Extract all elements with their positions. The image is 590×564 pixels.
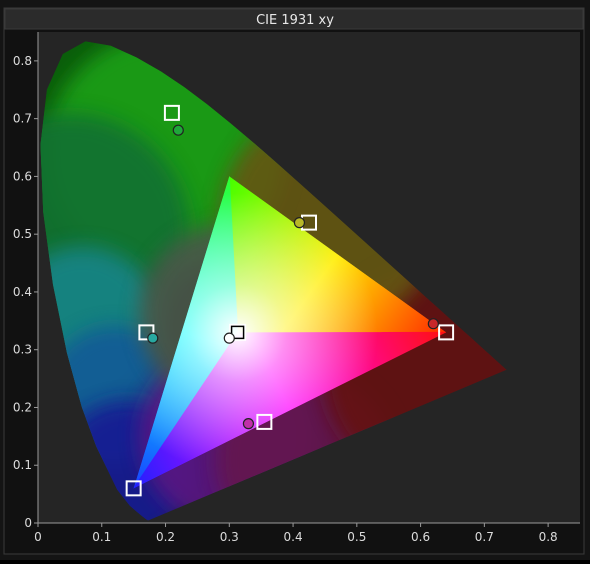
measured-marker-yellow <box>293 217 306 229</box>
y-tick-label: 0.7 <box>13 112 32 126</box>
y-tick-label: 0.3 <box>13 343 32 357</box>
y-tick-label: 0.6 <box>13 169 32 183</box>
measured-marker-red <box>427 318 439 330</box>
x-tick-label: 0.5 <box>347 530 366 544</box>
measured-marker-green <box>172 124 184 136</box>
y-tick-label: 0.5 <box>13 227 32 241</box>
y-tick-label: 0.8 <box>13 54 32 68</box>
y-tick-label: 0.2 <box>13 400 32 414</box>
y-tick-label: 0 <box>24 516 32 530</box>
y-tick-label: 0.1 <box>13 458 32 472</box>
x-tick-label: 0.3 <box>220 530 239 544</box>
chart-title: CIE 1931 xy <box>256 13 334 28</box>
x-tick-label: 0.8 <box>539 530 558 544</box>
x-tick-label: 0.6 <box>411 530 430 544</box>
x-tick-label: 0.2 <box>156 530 175 544</box>
x-tick-label: 0.7 <box>475 530 494 544</box>
cie-chart: CIE 1931 xy 0 0.1 0.2 0.3 0.4 0.5 0.6 0.7 0.8 0 0.… <box>0 0 590 560</box>
x-tick-label: 0.4 <box>284 530 303 544</box>
measured-marker-cyan <box>147 332 159 344</box>
x-tick-label: 0 <box>34 530 42 544</box>
cie-chart-svg: CIE 1931 xy 0 0.1 0.2 0.3 0.4 0.5 0.6 0.7 0.8 0 0.… <box>3 7 585 555</box>
measured-marker-white <box>223 332 235 344</box>
y-tick-label: 0.4 <box>13 285 32 299</box>
measured-marker-magenta <box>242 418 255 430</box>
x-tick-label: 0.1 <box>92 530 111 544</box>
